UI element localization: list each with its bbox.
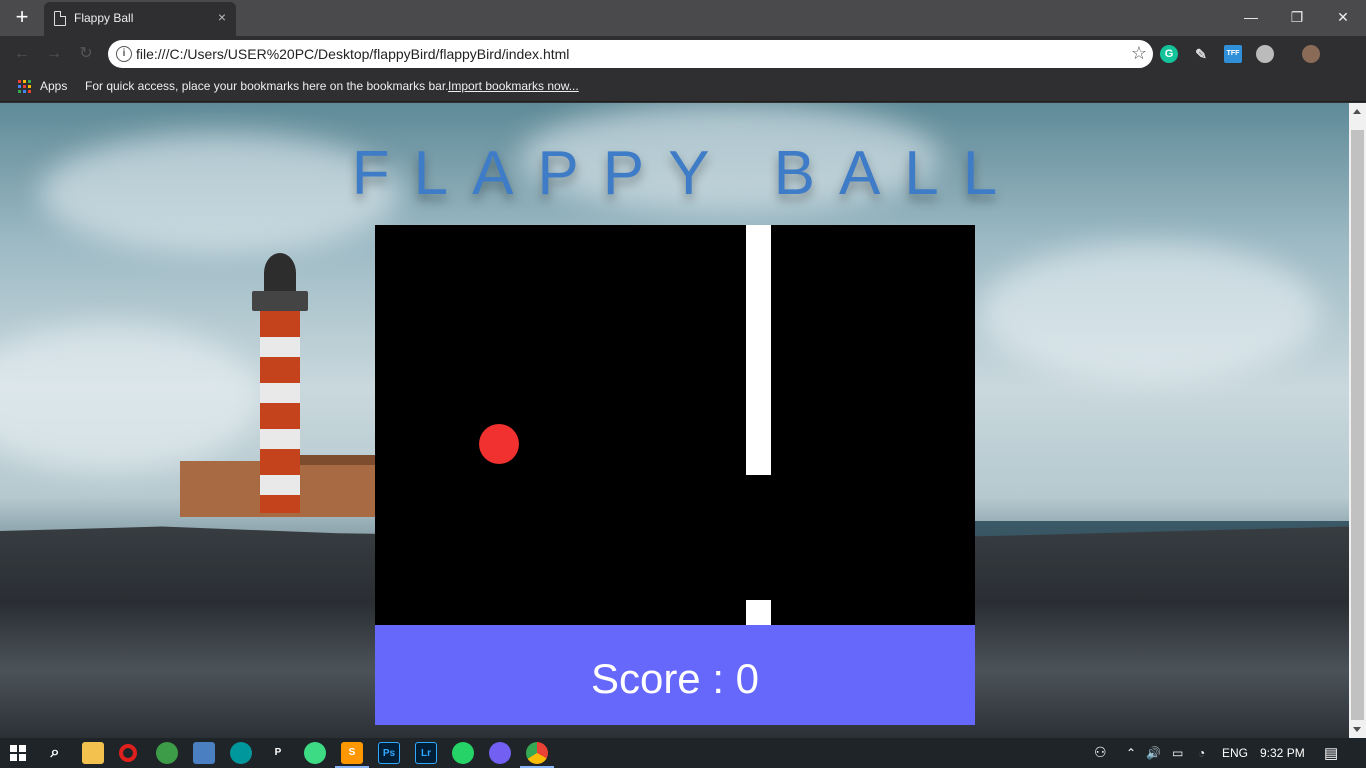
extension-icon[interactable] [1256,45,1274,63]
building-roof [295,455,380,465]
import-bookmarks-link[interactable]: Import bookmarks now... [448,79,579,93]
browser-titlebar: + Flappy Ball × — ❐ ✕ [0,0,1366,36]
scroll-up-arrow-icon[interactable] [1353,109,1361,114]
chevron-up-icon[interactable]: ⌃ [1126,746,1136,760]
address-bar[interactable]: i file:///C:/Users/USER%20PC/Desktop/fla… [108,40,1153,68]
opera-icon[interactable] [119,744,137,762]
pen-icon[interactable]: ✎ [1192,45,1210,63]
grammarly-icon[interactable]: G [1160,45,1178,63]
photoshop-icon[interactable]: Ps [378,742,400,764]
cloud [0,323,260,473]
scroll-down-arrow-icon[interactable] [1353,727,1361,732]
vertical-scrollbar[interactable] [1349,103,1366,738]
bottom-pipe [746,600,771,625]
player-ball [479,424,519,464]
bookmarks-bar: Apps For quick access, place your bookma… [0,72,1366,102]
app-icon[interactable]: P [267,742,289,764]
game-title: FLAPPY BALL [351,139,1022,208]
scroll-thumb[interactable] [1351,130,1364,720]
lightroom-icon[interactable]: Lr [415,742,437,764]
wifi-icon[interactable]: ◔ [1198,746,1205,760]
people-icon[interactable]: ⚇ [1094,744,1107,761]
apps-link[interactable]: Apps [40,79,67,93]
tab-title: Flappy Ball [74,11,134,25]
browser-toolbar: ← → ↻ i file:///C:/Users/USER%20PC/Deskt… [0,36,1366,72]
lighthouse-tower [260,311,300,513]
reload-icon[interactable]: ↻ [74,42,98,66]
volume-icon[interactable]: 🔊 [1146,746,1161,760]
sublime-icon[interactable]: S [341,742,363,764]
maps-icon[interactable] [156,742,178,764]
forward-icon[interactable]: → [42,42,66,66]
windows-start-icon[interactable] [10,745,26,761]
lighthouse-gallery [252,291,308,311]
minimize-button[interactable]: — [1236,6,1266,30]
bookmarks-hint: For quick access, place your bookmarks h… [85,79,449,93]
game-canvas[interactable] [375,225,975,625]
search-icon[interactable]: ⌕ [44,742,66,764]
lighthouse [252,253,308,513]
apps-grid-icon[interactable] [18,80,31,93]
back-icon[interactable]: ← [10,42,34,66]
android-icon[interactable] [304,742,326,764]
whatsapp-icon[interactable] [452,742,474,764]
restore-button[interactable]: ❐ [1282,6,1312,30]
url-text[interactable]: file:///C:/Users/USER%20PC/Desktop/flapp… [136,46,569,62]
clock[interactable]: 9:32 PM [1260,746,1305,760]
chrome-icon[interactable] [526,742,548,764]
page-icon [54,11,66,26]
page-viewport: FLAPPY BALL Score : 0 [0,103,1349,738]
tab-flappy-ball[interactable]: Flappy Ball × [44,2,236,36]
tff-icon[interactable]: TFF [1224,45,1242,63]
top-pipe [746,225,771,475]
tab-close-icon[interactable]: × [218,9,226,25]
arduino-icon[interactable] [230,742,252,764]
lighthouse-lantern [264,253,296,293]
box-icon[interactable] [193,742,215,764]
info-icon[interactable]: i [116,46,132,62]
profile-avatar[interactable] [1302,45,1320,63]
new-tab-button[interactable]: + [8,4,36,32]
notifications-icon[interactable]: ▤ [1324,744,1338,762]
file-explorer-icon[interactable] [82,742,104,764]
cloud [980,243,1320,383]
viber-icon[interactable] [489,742,511,764]
score-display: Score : 0 [375,625,975,725]
windows-taskbar: ⌕ P S Ps Lr ⚇ ⌃ 🔊 ▭ ◔ ENG 9:32 PM ▤ [0,738,1366,768]
battery-icon[interactable]: ▭ [1172,746,1183,760]
close-window-button[interactable]: ✕ [1328,6,1358,30]
bookmark-star-icon[interactable]: ☆ [1131,43,1147,64]
language-indicator[interactable]: ENG [1222,746,1248,760]
